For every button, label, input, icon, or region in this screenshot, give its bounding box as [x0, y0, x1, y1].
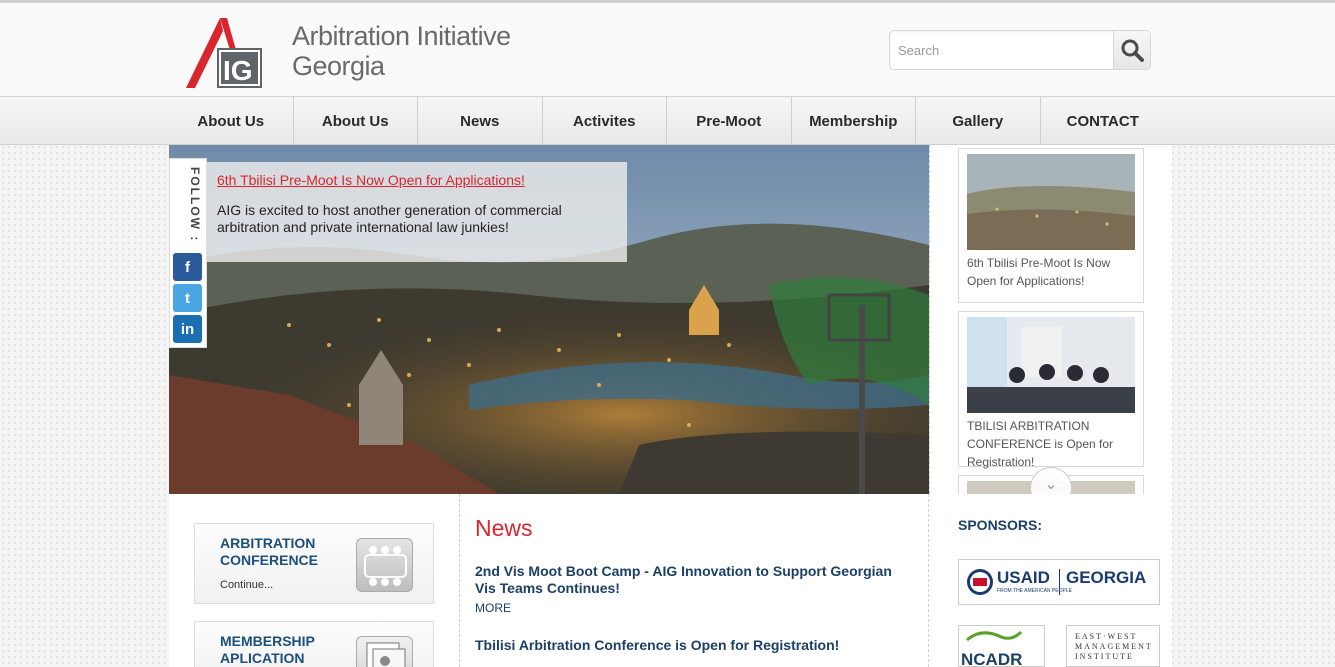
follow-label: FOLLOW :	[188, 167, 202, 243]
search-button[interactable]	[1113, 31, 1150, 69]
conference-icon	[356, 538, 413, 592]
nav-item-pre-moot[interactable]: Pre-Moot	[667, 97, 792, 145]
promo-column: ARBITRATION CONFERENCE Continue... MEMBE…	[169, 494, 459, 667]
usaid-divider	[1059, 569, 1060, 595]
ncadr-logo[interactable]: NCADR	[958, 625, 1045, 667]
usaid-country: GEORGIA	[1066, 568, 1147, 587]
linkedin-icon[interactable]: in	[173, 315, 202, 343]
content-area: ARBITRATION CONFERENCE Continue... MEMBE…	[169, 494, 1172, 667]
ewmi-line1: EAST·WEST	[1075, 632, 1138, 641]
news-heading: News	[475, 515, 533, 541]
nav-item-membership[interactable]: Membership	[792, 97, 916, 145]
news-item-title[interactable]: Tbilisi Arbitration Conference is Open f…	[475, 637, 895, 654]
application-form-icon	[356, 636, 413, 667]
facebook-icon[interactable]: f	[173, 253, 202, 281]
hero-slider[interactable]: 6th Tbilisi Pre-Moot Is Now Open for App…	[169, 145, 929, 494]
news-item-title[interactable]: 2nd Vis Moot Boot Camp - AIG Innovation …	[475, 563, 895, 597]
site-title-line2: Georgia	[292, 51, 385, 81]
search-box	[889, 30, 1151, 70]
nav-item-about-us-2[interactable]: About Us	[294, 97, 418, 145]
site-title[interactable]: Arbitration Initiative Georgia	[292, 21, 552, 81]
sponsors-heading: SPONSORS:	[958, 517, 1043, 533]
news-more-link[interactable]: MORE	[475, 601, 928, 615]
promo-arbitration-conference[interactable]: ARBITRATION CONFERENCE Continue...	[194, 523, 434, 604]
promo-membership-application[interactable]: MEMBERSHIP APLICATION	[194, 621, 434, 667]
site-title-line1: Arbitration Initiative	[292, 21, 511, 51]
usaid-georgia-logo[interactable]: USAID FROM THE AMERICAN PEOPLE GEORGIA	[958, 559, 1160, 605]
usaid-tagline: FROM THE AMERICAN PEOPLE	[997, 588, 1072, 594]
usaid-name: USAID	[997, 568, 1050, 587]
thumbnail-image	[967, 317, 1135, 413]
ncadr-text: NCADR	[961, 650, 1023, 667]
follow-bar: FOLLOW : f t in	[169, 158, 207, 348]
slider-caption-text: AIG is excited to host another generatio…	[217, 202, 562, 235]
nav-item-about-us[interactable]: About Us	[169, 97, 294, 145]
thumbnail-image	[967, 154, 1135, 250]
site-header: IG Arbitration Initiative Georgia	[0, 0, 1335, 96]
slider-thumbnails: 6th Tbilisi Pre-Moot Is Now Open for App…	[929, 145, 1172, 494]
promo-continue-link[interactable]: Continue...	[220, 579, 273, 591]
promo-title: ARBITRATION CONFERENCE	[220, 535, 319, 568]
twitter-icon[interactable]: t	[173, 284, 202, 312]
slider-caption-link[interactable]: 6th Tbilisi Pre-Moot Is Now Open for App…	[217, 172, 617, 188]
sponsors-section: SPONSORS: USAID FROM THE AMERICAN PEOPLE…	[929, 494, 1172, 667]
slider-caption: 6th Tbilisi Pre-Moot Is Now Open for App…	[207, 162, 627, 262]
promo-title: MEMBERSHIP APLICATION	[220, 633, 315, 666]
nav-item-news[interactable]: News	[418, 97, 543, 145]
ewmi-logo[interactable]: EAST·WEST MANAGEMENT INSTITUTE	[1066, 625, 1160, 667]
main-nav: About Us About Us News Activites Pre-Moo…	[0, 96, 1335, 145]
nav-item-contact[interactable]: CONTACT	[1041, 97, 1166, 145]
svg-text:IG: IG	[223, 55, 253, 86]
news-section: News 2nd Vis Moot Boot Camp - AIG Innova…	[459, 494, 929, 667]
ewmi-line3: INSTITUTE	[1075, 652, 1134, 661]
nav-item-gallery[interactable]: Gallery	[916, 97, 1041, 145]
nav-item-activites[interactable]: Activites	[543, 97, 667, 145]
thumbnail-title: 6th Tbilisi Pre-Moot Is Now Open for App…	[967, 256, 1111, 288]
thumbnail-title: TBILISI ARBITRATION CONFERENCE is Open f…	[967, 419, 1114, 469]
thumbnail-item[interactable]: TBILISI ARBITRATION CONFERENCE is Open f…	[958, 311, 1144, 469]
aig-logo[interactable]: IG	[186, 18, 266, 90]
search-input[interactable]	[898, 39, 1108, 61]
thumbnail-item[interactable]: 6th Tbilisi Pre-Moot Is Now Open for App…	[958, 148, 1144, 303]
search-icon	[1121, 39, 1144, 62]
chevron-down-icon[interactable]: ⌄	[1030, 467, 1072, 494]
ewmi-line2: MANAGEMENT	[1075, 642, 1153, 651]
